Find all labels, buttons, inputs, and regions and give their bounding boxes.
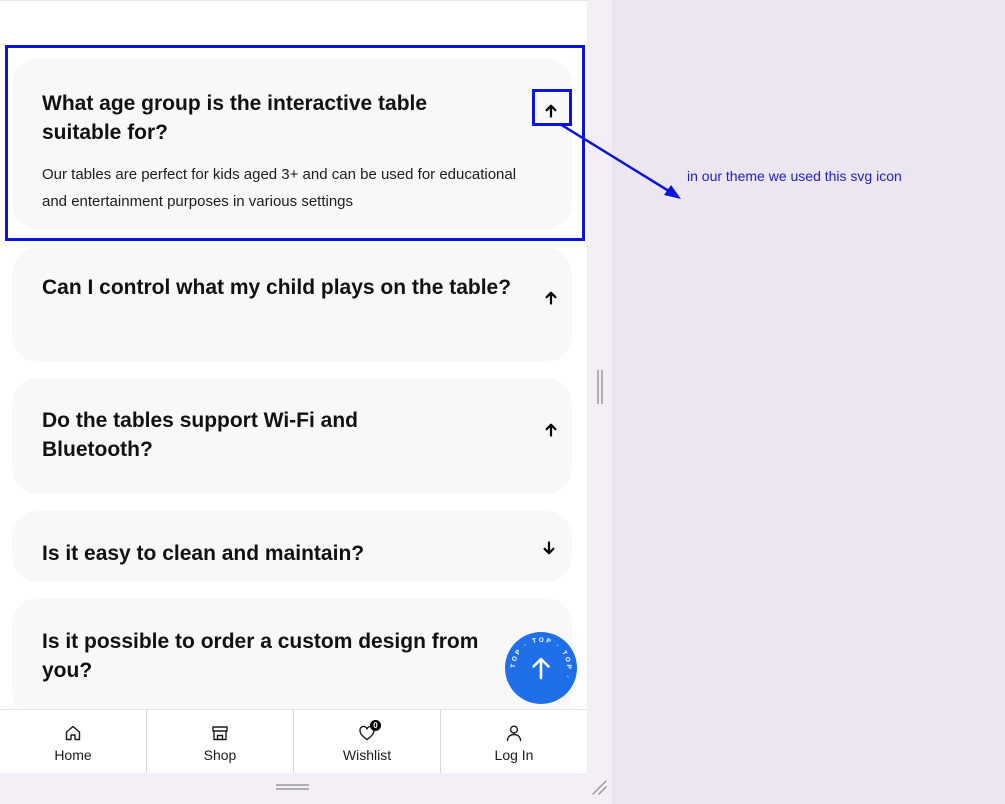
arrow-up-icon[interactable] — [542, 421, 560, 439]
faq-item[interactable]: Is it possible to order a custom design … — [12, 598, 572, 718]
nav-label: Log In — [494, 746, 534, 763]
faq-item[interactable]: Is it easy to clean and maintain? — [12, 511, 572, 582]
user-icon — [503, 722, 525, 744]
faq-item[interactable]: Do the tables support Wi-Fi and Bluetoot… — [12, 378, 572, 494]
shop-icon — [209, 722, 231, 744]
annotation-panel — [612, 0, 1005, 804]
scroll-to-top-button[interactable]: TOP · TOP · TOP · — [505, 632, 577, 704]
bottom-navigation: Home Shop 0 Wishlist Log In — [0, 709, 587, 773]
nav-shop[interactable]: Shop — [147, 710, 294, 773]
nav-label: Wishlist — [342, 746, 392, 763]
nav-wishlist[interactable]: 0 Wishlist — [294, 710, 441, 773]
annotation-note: in our theme we used this svg icon — [687, 168, 902, 184]
arrow-up-icon[interactable] — [542, 289, 560, 307]
heart-icon: 0 — [356, 719, 381, 744]
faq-item[interactable]: What age group is the interactive table … — [12, 59, 572, 229]
scroll-top-graphic: TOP · TOP · TOP · — [510, 637, 570, 681]
faq-question[interactable]: Can I control what my child plays on the… — [42, 273, 512, 302]
nav-home[interactable]: Home — [0, 710, 147, 773]
nav-login[interactable]: Log In — [441, 710, 587, 773]
faq-item[interactable]: Can I control what my child plays on the… — [12, 248, 572, 362]
mobile-viewport: What age group is the interactive table … — [0, 0, 587, 773]
resize-grip-icon — [276, 784, 309, 790]
nav-label: Shop — [203, 746, 237, 763]
home-icon — [62, 722, 84, 744]
faq-question[interactable]: Is it easy to clean and maintain? — [42, 539, 512, 568]
resize-corner-icon[interactable] — [590, 778, 608, 796]
arrow-up-icon — [532, 657, 550, 680]
faq-answer: Our tables are perfect for kids aged 3+ … — [42, 166, 517, 210]
vertical-resize-handle[interactable] — [0, 773, 587, 804]
horizontal-resize-handle[interactable] — [587, 0, 612, 804]
wishlist-count-badge: 0 — [370, 719, 381, 731]
faq-question[interactable]: What age group is the interactive table … — [42, 89, 512, 147]
arrow-up-icon[interactable] — [542, 102, 560, 120]
faq-question[interactable]: Is it possible to order a custom design … — [42, 627, 482, 685]
nav-label: Home — [54, 746, 92, 763]
faq-question[interactable]: Do the tables support Wi-Fi and Bluetoot… — [42, 406, 422, 464]
resize-grip-icon — [597, 370, 603, 404]
arrow-down-icon[interactable] — [540, 539, 558, 557]
